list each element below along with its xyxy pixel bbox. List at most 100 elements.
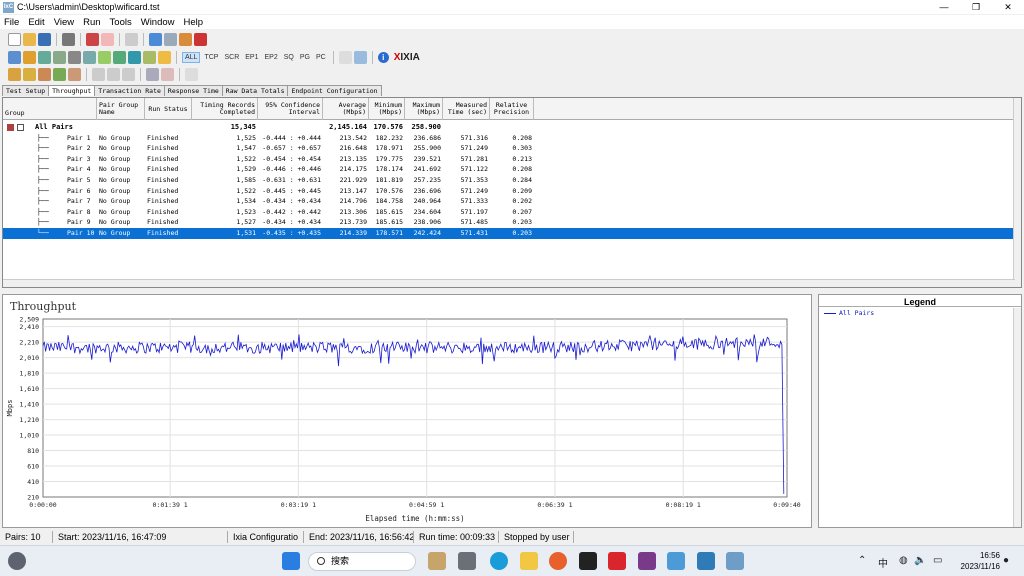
script-icon[interactable] <box>83 51 96 64</box>
firefox-icon[interactable] <box>549 552 567 570</box>
volume-icon[interactable]: 🔈 <box>914 555 926 566</box>
table-row[interactable]: ├── Pair 6 No Group Finished 1,522 -0.445 : +… <box>3 186 1015 197</box>
col-maximum[interactable]: Maximum (Mbps) <box>405 98 443 120</box>
add-pair-icon[interactable] <box>8 68 21 81</box>
table-row[interactable]: ├── Pair 1 No Group Finished 1,525 -0.444 : +… <box>3 133 1015 144</box>
run-icon[interactable] <box>86 33 99 46</box>
weather-icon[interactable] <box>8 552 26 570</box>
app-icon-1[interactable] <box>638 552 656 570</box>
notification-icon[interactable]: ● <box>1003 555 1009 566</box>
video-icon[interactable] <box>143 51 156 64</box>
col-relative-precision[interactable]: Relative Precision <box>490 98 534 120</box>
taskbar-clock[interactable]: 16:56 2023/11/16 <box>961 550 1000 572</box>
swap-icon[interactable] <box>161 68 174 81</box>
wps-icon[interactable] <box>608 552 626 570</box>
table-row[interactable]: ├── Pair 4 No Group Finished 1,529 -0.446 : +… <box>3 164 1015 175</box>
tab-test-setup[interactable]: Test Setup <box>2 85 50 96</box>
tab-transaction-rate[interactable]: Transaction Rate <box>94 85 165 96</box>
close-button[interactable]: ✕ <box>992 0 1024 14</box>
menu-help[interactable]: Help <box>184 17 204 28</box>
info-icon[interactable]: i <box>377 52 389 63</box>
menu-tools[interactable]: Tools <box>110 17 132 28</box>
maximize-button[interactable]: ❐ <box>960 0 992 14</box>
terminal-icon[interactable] <box>579 552 597 570</box>
widgets-icon[interactable] <box>428 552 446 570</box>
table-row[interactable]: ├── Pair 9 No Group Finished 1,527 -0.434 : +… <box>3 217 1015 228</box>
menu-view[interactable]: View <box>54 17 74 28</box>
network-icon[interactable]: ◍ <box>899 555 908 566</box>
tab-raw-data-totals[interactable]: Raw Data Totals <box>221 85 289 96</box>
filter-tcp[interactable]: TCP <box>202 53 220 62</box>
filter-all[interactable]: ALL <box>182 52 201 63</box>
group-icon[interactable] <box>38 51 51 64</box>
filter-sq[interactable]: SQ <box>282 53 296 62</box>
table-row-summary[interactable]: All Pairs 15,345 2,145.164 170.576 258.900 <box>3 122 1015 133</box>
app-icon-2[interactable] <box>667 552 685 570</box>
start-icon[interactable] <box>282 552 300 570</box>
col-timing-records[interactable]: Timing Records Completed <box>192 98 258 120</box>
clear-icon[interactable] <box>122 68 135 81</box>
tray-chevron-up-icon[interactable]: ⌃ <box>858 555 866 566</box>
open-folder-icon[interactable] <box>23 33 36 46</box>
battery-icon[interactable]: ▭ <box>933 555 942 566</box>
chart-icon[interactable] <box>179 33 192 46</box>
filter-scr[interactable]: SCR <box>222 53 241 62</box>
add-group-icon[interactable] <box>38 68 51 81</box>
edge-icon[interactable] <box>490 552 508 570</box>
legend-item-all-pairs[interactable]: All Pairs <box>819 307 1021 317</box>
col-minimum[interactable]: Minimum (Mbps) <box>369 98 405 120</box>
tab-endpoint-configuration[interactable]: Endpoint Configuration <box>287 85 382 96</box>
multicast-icon[interactable] <box>113 51 126 64</box>
delete-icon[interactable] <box>92 68 105 81</box>
grid-vertical-scrollbar[interactable] <box>1013 98 1021 287</box>
filter-pg[interactable]: PG <box>298 53 312 62</box>
filter-ep1[interactable]: EP1 <box>243 53 260 62</box>
lightbulb-icon[interactable] <box>158 51 171 64</box>
sort-icon[interactable] <box>146 68 159 81</box>
col-run-status[interactable]: Run Status <box>145 98 192 120</box>
tab-throughput[interactable]: Throughput <box>48 85 96 96</box>
add-hardware-icon[interactable] <box>53 68 66 81</box>
col-average[interactable]: Average (Mbps) <box>323 98 369 120</box>
table-row[interactable]: ├── Pair 5 No Group Finished 1,585 -0.631 : +… <box>3 175 1015 186</box>
table-row[interactable]: ├── Pair 8 No Group Finished 1,523 -0.442 : +… <box>3 207 1015 218</box>
menu-edit[interactable]: Edit <box>28 17 44 28</box>
menu-file[interactable]: File <box>4 17 19 28</box>
table-row[interactable]: ├── Pair 2 No Group Finished 1,547 -0.657 : +… <box>3 143 1015 154</box>
minimize-button[interactable]: — <box>928 0 960 14</box>
col-group[interactable]: Group <box>3 98 97 120</box>
print-icon[interactable] <box>62 33 75 46</box>
file-explorer-icon[interactable] <box>520 552 538 570</box>
stop-icon[interactable] <box>101 33 114 46</box>
table-row[interactable]: └── Pair 10 No Group Finished 1,531 -0.435 : … <box>3 228 1015 239</box>
options-icon[interactable] <box>338 51 352 64</box>
filter-pc[interactable]: PC <box>314 53 328 62</box>
copy-icon[interactable] <box>125 33 138 46</box>
app-icon-3[interactable] <box>697 552 715 570</box>
layout-icon[interactable] <box>353 51 367 64</box>
report-icon[interactable] <box>164 33 177 46</box>
menu-window[interactable]: Window <box>141 17 175 28</box>
voip-icon[interactable] <box>128 51 141 64</box>
delete-all-icon[interactable] <box>107 68 120 81</box>
task-view-icon[interactable] <box>458 552 476 570</box>
filter-ep2[interactable]: EP2 <box>262 53 279 62</box>
add-voip-icon[interactable] <box>68 68 81 81</box>
save-icon[interactable] <box>38 33 51 46</box>
network-icon[interactable] <box>53 51 66 64</box>
notes-icon[interactable] <box>98 51 111 64</box>
edit-pair-icon[interactable] <box>68 51 81 64</box>
table-row[interactable]: ├── Pair 3 No Group Finished 1,522 -0.454 : +… <box>3 154 1015 165</box>
taskbar-search[interactable]: 搜索 <box>308 552 416 571</box>
col-measured-time[interactable]: Measured Time (sec) <box>443 98 490 120</box>
new-file-icon[interactable] <box>8 33 21 46</box>
ixchariot-taskbar-icon[interactable] <box>726 552 744 570</box>
endpoint-icon[interactable] <box>8 51 21 64</box>
table-row[interactable]: ├── Pair 7 No Group Finished 1,534 -0.434 : +… <box>3 196 1015 207</box>
pair-icon[interactable] <box>23 51 36 64</box>
col-pair-group-name[interactable]: Pair Group Name <box>97 98 145 120</box>
properties-icon[interactable] <box>185 68 198 81</box>
pairs-icon[interactable] <box>194 33 207 46</box>
ime-indicator[interactable]: 中 <box>878 555 888 570</box>
tab-response-time[interactable]: Response Time <box>163 85 223 96</box>
